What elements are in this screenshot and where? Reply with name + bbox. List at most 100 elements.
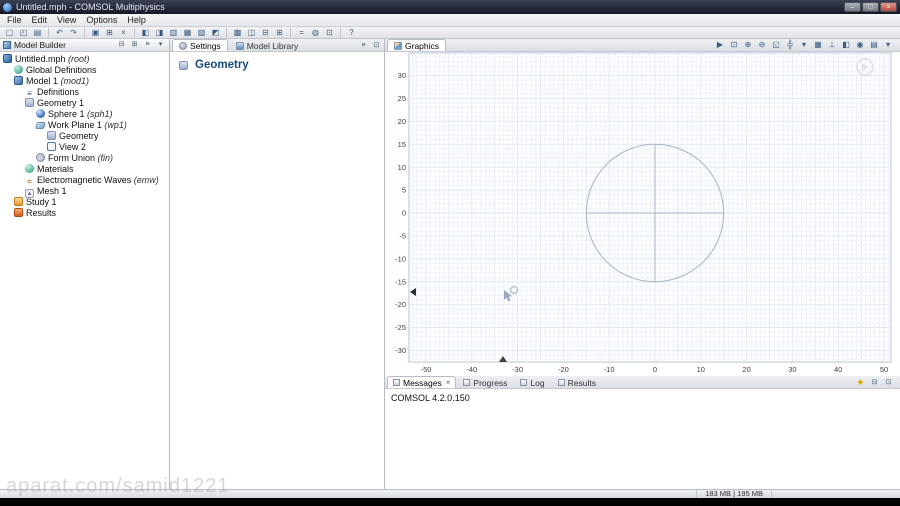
zoom-box-icon[interactable]: ⊡ — [728, 40, 740, 50]
reset-desktop-icon[interactable]: ⊞ — [273, 27, 286, 38]
tree-node-study-1[interactable]: Study 1 — [0, 197, 169, 208]
snapshot-icon[interactable]: ◉ — [854, 40, 866, 50]
toolbar-separator — [48, 28, 49, 37]
title-bar: Untitled.mph - COMSOL Multiphysics – □ × — [0, 0, 900, 14]
tree-node-label: Definitions — [37, 87, 80, 97]
tree-node-model-1[interactable]: Model 1 (mod1) — [0, 76, 169, 87]
graphics-canvas[interactable]: -50 -40 -30 -20 -10 0 10 20 30 40 50 30 25 20 15 10 5 0 -5… — [385, 52, 900, 376]
model-library-window-icon[interactable]: ▦ — [181, 27, 194, 38]
plot-icon[interactable]: ◍ — [309, 27, 322, 38]
messages-window-icon[interactable]: ▧ — [195, 27, 208, 38]
tab-settings[interactable]: Settings — [172, 39, 228, 51]
svg-text:20: 20 — [398, 117, 406, 126]
tree-node-geometry[interactable]: Geometry — [0, 131, 169, 142]
progress-window-icon[interactable]: ◩ — [209, 27, 222, 38]
menu-file[interactable]: File — [2, 14, 27, 27]
settings-tab-bar: Settings Model Library ≡ ⊡ — [170, 39, 384, 52]
tab-messages[interactable]: Messages × — [387, 376, 457, 388]
tree-node-label: Sphere 1 — [48, 109, 85, 119]
globe-icon — [14, 65, 23, 74]
svg-text:15: 15 — [398, 140, 406, 149]
tree-node-definitions[interactable]: Definitions — [0, 87, 169, 98]
svg-text:-5: -5 — [399, 232, 406, 241]
print-icon[interactable]: ▤ — [868, 40, 880, 50]
undo-icon[interactable]: ↶ — [53, 27, 66, 38]
model-builder-toolbar: ⊟ ⊞ ≡ ▾ — [116, 40, 166, 50]
model-builder-window-icon[interactable]: ◧ — [139, 27, 152, 38]
tree-node-view-2[interactable]: View 2 — [0, 142, 169, 153]
minimize-button[interactable]: – — [844, 2, 861, 12]
menu-bar: File Edit View Options Help — [0, 14, 900, 27]
settings-toolbar: ≡ ⊡ — [358, 41, 382, 51]
progress-tab-label: Progress — [473, 377, 508, 388]
maximize-panel-icon[interactable]: ⊡ — [883, 378, 894, 388]
tab-log[interactable]: Log — [514, 376, 550, 388]
axis-orientation-icon[interactable]: ⊥ — [826, 40, 838, 50]
save-icon[interactable]: ▤ — [31, 27, 44, 38]
tree-node-form-union[interactable]: Form Union (fin) — [0, 153, 169, 164]
tree-node-tag: (emw) — [131, 175, 159, 185]
maximize-button[interactable]: □ — [862, 2, 879, 12]
pointer-icon[interactable]: ▶ — [714, 40, 726, 50]
tree-node-results[interactable]: Results — [0, 208, 169, 219]
minimize-panel-icon[interactable]: ⊟ — [869, 378, 880, 388]
tree-node-sphere-1[interactable]: Sphere 1 (sph1) — [0, 109, 169, 120]
zoom-extents-toolbar-icon[interactable]: ⊡ — [323, 27, 336, 38]
tree-node-label: Form Union — [48, 153, 96, 163]
detach-panel-icon[interactable]: ⊡ — [371, 41, 382, 51]
paste-icon[interactable]: ⊞ — [103, 27, 116, 38]
open-file-icon[interactable]: ◰ — [17, 27, 30, 38]
zoom-extents-icon[interactable]: ◱ — [770, 40, 782, 50]
grid-icon[interactable]: ▦ — [812, 40, 824, 50]
collapse-all-icon[interactable]: ⊟ — [116, 40, 127, 50]
compute-icon[interactable]: = — [295, 27, 308, 38]
tree-node-work-plane-1[interactable]: Work Plane 1 (wp1) — [0, 120, 169, 131]
tab-model-library[interactable]: Model Library — [229, 39, 306, 51]
redo-icon[interactable]: ↷ — [67, 27, 80, 38]
expand-all-icon[interactable]: ⊞ — [129, 40, 140, 50]
menu-help[interactable]: Help — [122, 14, 151, 27]
tree-node-electromagnetic-waves[interactable]: Electromagnetic Waves (emw) — [0, 175, 169, 186]
graphics-menu-icon[interactable]: ▾ — [882, 40, 894, 50]
close-tab-icon[interactable]: × — [446, 378, 451, 387]
copy-icon[interactable]: ▣ — [89, 27, 102, 38]
zoom-out-icon[interactable]: ⊖ — [756, 40, 768, 50]
new-file-icon[interactable]: ▢ — [3, 27, 16, 38]
tree-node-geometry-1[interactable]: Geometry 1 — [0, 98, 169, 109]
delete-icon[interactable]: × — [117, 27, 130, 38]
workplane-icon — [35, 122, 46, 129]
zoom-in-icon[interactable]: ⊕ — [742, 40, 754, 50]
tree-node-label: Untitled.mph — [15, 54, 66, 64]
close-button[interactable]: × — [880, 2, 897, 12]
alert-icon[interactable]: ◆ — [855, 378, 866, 388]
tree-node-materials[interactable]: Materials — [0, 164, 169, 175]
menu-options[interactable]: Options — [81, 14, 122, 27]
tree-node-mesh-1[interactable]: Mesh 1 — [0, 186, 169, 198]
materials-icon — [25, 164, 34, 173]
emw-icon — [25, 177, 34, 186]
menu-view[interactable]: View — [52, 14, 81, 27]
tab-progress[interactable]: Progress — [457, 376, 513, 388]
tree-node-label: Geometry 1 — [37, 98, 85, 108]
settings-window-icon[interactable]: ◨ — [153, 27, 166, 38]
tab-graphics[interactable]: Graphics — [387, 39, 447, 51]
plot-window-icon[interactable]: ◫ — [245, 27, 258, 38]
help-icon[interactable]: ? — [345, 27, 358, 38]
tree-menu-icon[interactable]: ▾ — [155, 40, 166, 50]
transparency-icon[interactable]: ◧ — [840, 40, 852, 50]
svg-text:-10: -10 — [395, 254, 406, 263]
material-browser-icon[interactable]: ▥ — [167, 27, 180, 38]
go-to-default-view-icon[interactable]: ▾ — [798, 40, 810, 50]
tree-node-untitled-mph[interactable]: Untitled.mph (root) — [0, 54, 169, 65]
tab-results[interactable]: Results — [552, 376, 602, 388]
desktop-layout-icon[interactable]: ⊟ — [259, 27, 272, 38]
geometry-icon — [25, 98, 34, 107]
tree-node-global-definitions[interactable]: Global Definitions — [0, 65, 169, 76]
graphics-window-icon[interactable]: ▩ — [231, 27, 244, 38]
toolbar-separator — [226, 28, 227, 37]
pan-icon[interactable]: ╬ — [784, 40, 796, 50]
filter-icon[interactable]: ≡ — [142, 40, 153, 50]
svg-text:20: 20 — [742, 365, 750, 374]
settings-menu-icon[interactable]: ≡ — [358, 41, 369, 51]
menu-edit[interactable]: Edit — [27, 14, 53, 27]
